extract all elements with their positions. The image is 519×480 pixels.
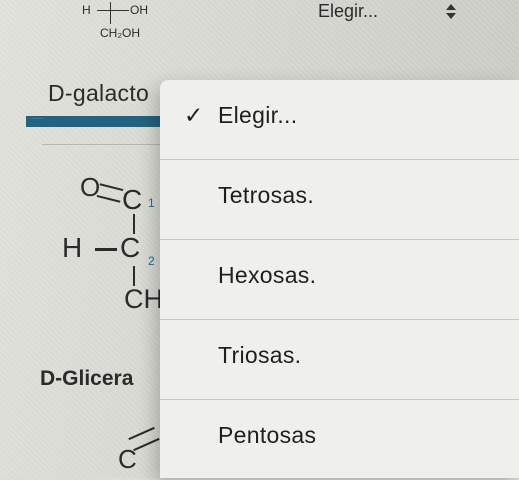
select-arrows-icon: [446, 3, 456, 21]
sugar-type-select[interactable]: Elegir...: [318, 0, 468, 24]
oxygen-atom: O: [80, 172, 101, 202]
carbon-1-number: 1: [148, 196, 155, 210]
bond-h-c2: [95, 248, 117, 251]
accent-bar: ········: [26, 116, 160, 127]
option-label: Tetrosas.: [218, 182, 315, 208]
option-pentosas[interactable]: Pentosas: [160, 400, 519, 480]
bottom-carbon: C: [118, 444, 137, 474]
checkmark-icon: ✓: [184, 102, 204, 128]
accent-bar-detail: ········: [30, 116, 44, 122]
option-label: Hexosas.: [218, 262, 317, 288]
fischer-vertical-bond: [110, 2, 111, 24]
galacto-label: D-galacto: [48, 80, 150, 106]
carbon-1: C: [122, 184, 143, 215]
carbon-3-group: CH: [124, 284, 163, 314]
fischer-ch2oh: CH₂OH: [100, 26, 140, 40]
fischer-horizontal-bond: [97, 10, 129, 11]
fischer-oh: OH: [130, 3, 148, 17]
fischer-h: H: [82, 3, 91, 17]
dropdown-menu: ✓ Elegir... Tetrosas. Hexosas. Triosas. …: [160, 80, 519, 478]
option-triosas[interactable]: Triosas.: [160, 320, 519, 400]
option-tetrosas[interactable]: Tetrosas.: [160, 160, 519, 240]
select-value: Elegir...: [318, 1, 379, 21]
glicera-label: D-Glicera: [40, 367, 134, 390]
carbon-2: C: [120, 232, 141, 263]
bond-c2-c3: [133, 266, 135, 286]
option-label: Triosas.: [218, 342, 302, 368]
option-elegir[interactable]: ✓ Elegir...: [160, 80, 519, 160]
option-hexosas[interactable]: Hexosas.: [160, 240, 519, 320]
fischer-projection-top: H OH CH₂OH: [82, 2, 162, 42]
option-label: Elegir...: [218, 102, 298, 128]
option-label: Pentosas: [218, 422, 317, 448]
carbon-2-number: 2: [148, 254, 155, 268]
hydrogen-atom: H: [62, 232, 83, 263]
bond-c1-c2: [133, 214, 135, 234]
